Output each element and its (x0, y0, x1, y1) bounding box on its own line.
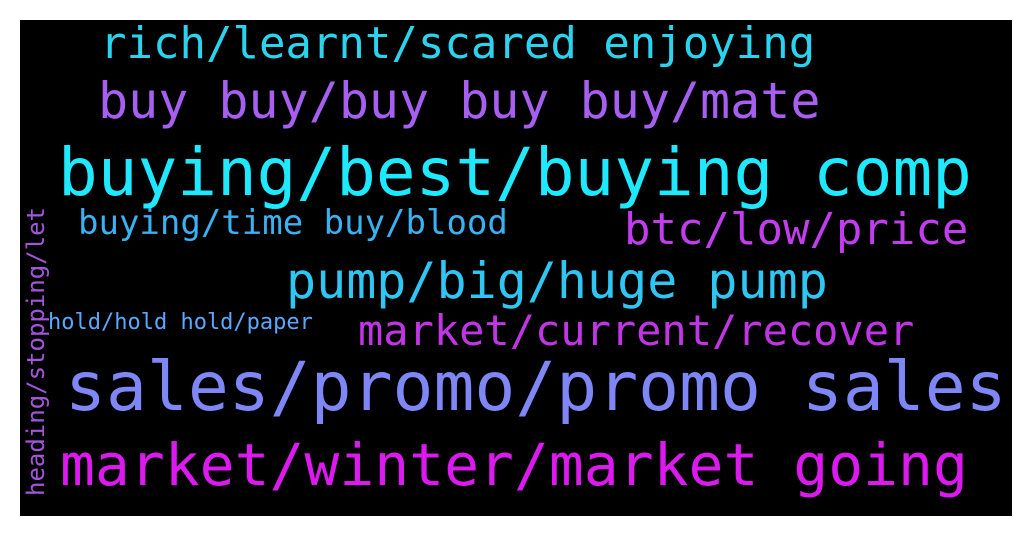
word-market-winter-going: market/winter/market going (60, 431, 968, 499)
word-buying-best-comp: buying/best/buying comp (58, 134, 972, 211)
word-buying-time-blood: buying/time buy/blood (78, 203, 508, 243)
word-rich-learnt-scared: rich/learnt/scared enjoying (100, 20, 816, 69)
word-sales-promo: sales/promo/promo sales (65, 348, 1007, 427)
word-btc-low-price: btc/low/price (624, 204, 969, 255)
word-hold-hold-paper: hold/hold hold/paper (48, 310, 313, 335)
word-buy-buy-mate: buy buy/buy buy buy/mate (98, 72, 821, 130)
word-cloud: rich/learnt/scared enjoying buy buy/buy … (20, 20, 1012, 516)
word-market-current-recover: market/current/recover (358, 306, 915, 355)
word-heading-stopping-let: heading/stopping/let (22, 207, 50, 496)
word-pump-big-huge: pump/big/huge pump (286, 252, 828, 310)
